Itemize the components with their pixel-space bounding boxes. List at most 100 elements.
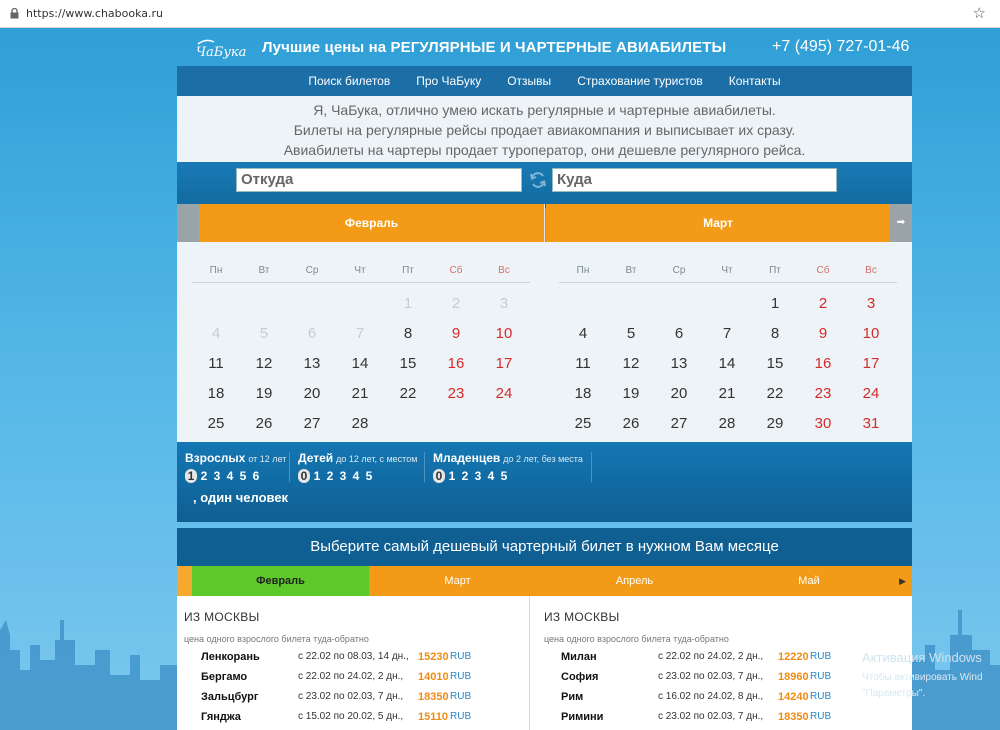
nav-about[interactable]: Про ЧаБуку (403, 74, 494, 88)
calendar-day[interactable]: 19 (607, 385, 655, 402)
calendar-day[interactable]: 18 (192, 385, 240, 402)
calendar-day[interactable]: 23 (432, 385, 480, 402)
nav-search-tickets[interactable]: Поиск билетов (295, 74, 403, 88)
calendar-day[interactable]: 14 (703, 355, 751, 372)
calendar-day[interactable]: 31 (847, 415, 895, 432)
tab-february[interactable]: Февраль (192, 566, 369, 596)
passenger-count-option[interactable]: 5 (498, 469, 510, 483)
calendar-day[interactable]: 24 (480, 385, 528, 402)
calendar-day[interactable]: 16 (432, 355, 480, 372)
offer-row[interactable]: Рим с 16.02 по 24.02, 8 дн., 14240 RUB (537, 691, 892, 709)
passenger-count-option[interactable]: 6 (250, 469, 262, 483)
passenger-count-option[interactable]: 5 (237, 469, 249, 483)
chabooka-logo[interactable]: ЧаБука (194, 36, 246, 60)
calendar-day[interactable]: 23 (799, 385, 847, 402)
month-february[interactable]: Февраль (199, 204, 545, 242)
calendar-day[interactable]: 20 (655, 385, 703, 402)
calendar-day[interactable]: 28 (336, 415, 384, 432)
calendar-day[interactable]: 30 (799, 415, 847, 432)
calendar-day[interactable]: 27 (655, 415, 703, 432)
calendar-day[interactable]: 1 (751, 295, 799, 312)
calendar-day[interactable]: 24 (847, 385, 895, 402)
passenger-count-option[interactable]: 2 (459, 469, 471, 483)
calendar-day[interactable]: 18 (559, 385, 607, 402)
passenger-count-option[interactable]: 1 (185, 469, 197, 483)
calendar-day[interactable]: 26 (607, 415, 655, 432)
calendar-day[interactable]: 5 (607, 325, 655, 342)
calendar-day[interactable]: 2 (799, 295, 847, 312)
passenger-count-option[interactable]: 3 (472, 469, 484, 483)
offer-row[interactable]: Зальцбург с 23.02 по 02.03, 7 дн., 18350 RU… (177, 691, 532, 709)
next-month-arrow-icon[interactable]: ➡ (890, 204, 912, 242)
calendar-day[interactable]: 6 (655, 325, 703, 342)
tab-prev[interactable] (177, 566, 192, 596)
swap-icon[interactable] (528, 170, 548, 190)
calendar-day[interactable]: 11 (192, 355, 240, 372)
calendar-day[interactable]: 15 (751, 355, 799, 372)
url-text[interactable]: https://www.chabooka.ru (26, 7, 163, 20)
calendar-day[interactable]: 28 (703, 415, 751, 432)
to-input[interactable]: Куда (552, 168, 837, 192)
calendar-day[interactable]: 17 (480, 355, 528, 372)
calendar-day[interactable]: 17 (847, 355, 895, 372)
calendar-day[interactable]: 26 (240, 415, 288, 432)
calendar-day[interactable]: 12 (240, 355, 288, 372)
passenger-count-option[interactable]: 4 (224, 469, 236, 483)
calendar-day[interactable]: 10 (847, 325, 895, 342)
calendar-day[interactable]: 29 (751, 415, 799, 432)
calendar-day[interactable]: 27 (288, 415, 336, 432)
calendar-day[interactable]: 19 (240, 385, 288, 402)
calendar-day[interactable]: 21 (703, 385, 751, 402)
calendar-day[interactable]: 10 (480, 325, 528, 342)
calendar-day[interactable]: 8 (751, 325, 799, 342)
passenger-count-option[interactable]: 2 (198, 469, 210, 483)
calendar-day[interactable]: 11 (559, 355, 607, 372)
calendar-day[interactable]: 9 (799, 325, 847, 342)
calendar-day[interactable]: 3 (847, 295, 895, 312)
calendar-day[interactable]: 20 (288, 385, 336, 402)
nav-insurance[interactable]: Страхование туристов (564, 74, 716, 88)
offer-row[interactable]: Римини с 23.02 по 02.03, 7 дн., 18350 RUB (537, 711, 892, 729)
passenger-count-option[interactable]: 3 (337, 469, 349, 483)
phone-number[interactable]: +7 (495) 727-01-46 (772, 38, 909, 56)
passenger-count-option[interactable]: 2 (324, 469, 336, 483)
calendar-day[interactable]: 15 (384, 355, 432, 372)
passenger-count-option[interactable]: 0 (298, 469, 310, 483)
calendar-day[interactable]: 21 (336, 385, 384, 402)
tab-may[interactable]: Май (723, 566, 895, 596)
calendar-day[interactable]: 8 (384, 325, 432, 342)
offer-row[interactable]: Милан с 22.02 по 24.02, 2 дн., 12220 RUB (537, 651, 892, 669)
month-march[interactable]: Март (546, 204, 890, 242)
tab-april[interactable]: Апрель (546, 566, 723, 596)
offer-row[interactable]: Ленкорань с 22.02 по 08.03, 14 дн., 15230 R… (177, 651, 532, 669)
calendar-day[interactable]: 7 (703, 325, 751, 342)
passenger-count-option[interactable]: 1 (311, 469, 323, 483)
nav-contacts[interactable]: Контакты (716, 74, 794, 88)
calendar-day[interactable]: 14 (336, 355, 384, 372)
calendar-day[interactable]: 12 (607, 355, 655, 372)
bookmark-star-icon[interactable]: ☆ (973, 4, 986, 22)
tab-march[interactable]: Март (369, 566, 546, 596)
calendar-day[interactable]: 22 (751, 385, 799, 402)
nav-reviews[interactable]: Отзывы (494, 74, 564, 88)
offer-row[interactable]: Гянджа с 15.02 по 20.02, 5 дн., 15110 RUB (177, 711, 532, 729)
passenger-count-option[interactable]: 3 (211, 469, 223, 483)
passenger-count-option[interactable]: 1 (446, 469, 458, 483)
prev-month-button[interactable] (177, 204, 199, 242)
browser-address-bar[interactable]: https://www.chabooka.ru ☆ (0, 0, 1000, 28)
calendar-day[interactable]: 13 (655, 355, 703, 372)
tabs-next-arrow-icon[interactable]: ▶ (899, 566, 906, 596)
passenger-count-option[interactable]: 0 (433, 469, 445, 483)
offer-row[interactable]: София с 23.02 по 02.03, 7 дн., 18960 RUB (537, 671, 892, 689)
calendar-day[interactable]: 25 (559, 415, 607, 432)
from-input[interactable]: Откуда (236, 168, 522, 192)
passenger-count-option[interactable]: 4 (350, 469, 362, 483)
calendar-day[interactable]: 22 (384, 385, 432, 402)
calendar-day[interactable]: 16 (799, 355, 847, 372)
passenger-count-option[interactable]: 4 (485, 469, 497, 483)
calendar-day[interactable]: 9 (432, 325, 480, 342)
passenger-count-option[interactable]: 5 (363, 469, 375, 483)
calendar-day[interactable]: 13 (288, 355, 336, 372)
offer-row[interactable]: Бергамо с 22.02 по 24.02, 2 дн., 14010 RUB (177, 671, 532, 689)
calendar-day[interactable]: 4 (559, 325, 607, 342)
